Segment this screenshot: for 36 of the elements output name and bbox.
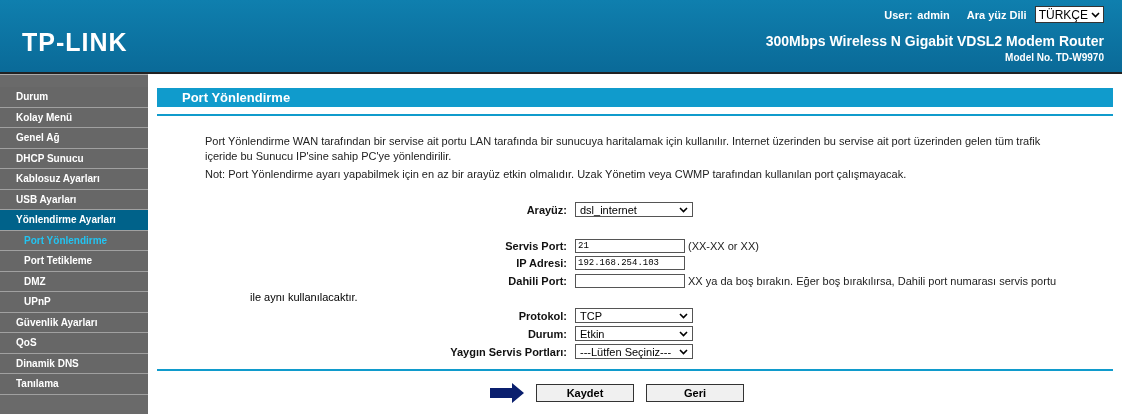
chevron-icon xyxy=(1091,11,1100,18)
language-label: Ara yüz Dili xyxy=(966,8,1027,21)
input-field[interactable]: 21 xyxy=(575,239,685,253)
field-label: Protokol: xyxy=(517,309,567,322)
chevron-icon xyxy=(679,330,688,337)
chevron-icon xyxy=(679,206,688,213)
field-label: Durum: xyxy=(526,327,567,340)
chevron-icon xyxy=(679,348,688,355)
dropdown[interactable]: dsl_internet xyxy=(575,202,693,217)
description-text: Port Yönlendirme WAN tarafından bir servise ait portu LAN tarafında bir sunucuya haritalamak için kullanılır. Internet üzerinden bu servise ait port üzerinden gelen tüm trafik içeride bu Sunucu IP'sine sahip PC'ye yönlendirilir. xyxy=(205,134,1042,164)
field-label: Dahili Port: xyxy=(507,274,567,289)
back-button[interactable]: Geri xyxy=(646,384,744,402)
field-label: IP Adresi: xyxy=(515,257,567,269)
language-dropdown[interactable]: TÜRKÇE xyxy=(1034,6,1104,23)
input-field[interactable] xyxy=(575,274,685,288)
hint-text: (XX-XX or XX) xyxy=(688,240,759,252)
note-text: Not: Port Yönlendirme ayarı yapabilmek için en az bir arayüz etkin olmalıdır. Uzak Yönetim veya CWMP tarafından kullanılan port çalışmayacak. xyxy=(205,167,908,182)
hint-text: XX ya da boş bırakın. Eğer boş bırakılırsa, Dahili port numarası servis portu xyxy=(688,274,1057,289)
input-field[interactable]: 192.168.254.103 xyxy=(575,256,685,270)
product-name: 300Mbps Wireless N Gigabit VDSL2 Modem Router xyxy=(765,33,1104,49)
logo: TP-LINK xyxy=(22,27,128,57)
dropdown[interactable]: TCP xyxy=(575,308,693,323)
user-name: admin xyxy=(917,8,950,21)
dropdown[interactable]: ---Lütfen Seçiniz--- xyxy=(575,344,693,359)
hint-text: ile aynı kullanılacaktır. xyxy=(250,291,358,303)
dropdown[interactable]: Etkin xyxy=(575,326,693,341)
field-label: Servis Port: xyxy=(504,240,567,252)
user-label: User: xyxy=(884,8,913,21)
sidebar-item[interactable]: Yönlendirme Ayarları xyxy=(0,210,148,231)
model-number: Model No. TD-W9970 xyxy=(1005,52,1104,63)
field-label: Arayüz: xyxy=(525,203,567,216)
page-title: Port Yönlendirme xyxy=(157,88,1113,107)
chevron-icon xyxy=(679,312,688,319)
arrow-icon xyxy=(490,383,524,403)
save-button[interactable]: Kaydet xyxy=(536,384,634,402)
field-label: Yaygın Servis Portları: xyxy=(449,345,567,358)
